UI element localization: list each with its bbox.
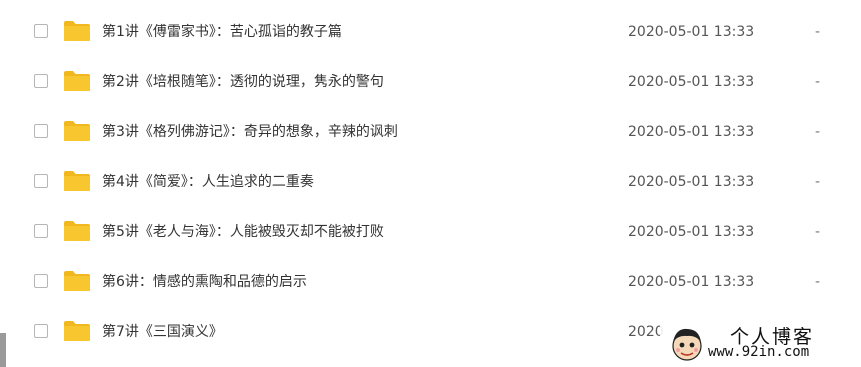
file-row[interactable]: 第5讲《老人与海》：人能被毁灭却不能被打败 2020-05-01 13:33 - [0,207,861,257]
row-checkbox[interactable] [34,324,48,338]
file-modified-date: 2020 [628,324,664,340]
folder-icon [64,171,90,191]
file-size: - [815,24,821,40]
folder-icon [64,21,90,41]
folder-icon [64,321,90,341]
file-modified-date: 2020-05-01 13:33 [628,24,755,40]
row-checkbox[interactable] [34,224,48,238]
folder-icon [64,221,90,241]
file-row[interactable]: 第4讲《简爱》：人生追求的二重奏 2020-05-01 13:33 - [0,157,861,207]
file-row[interactable]: 第2讲《培根随笔》：透彻的说理，隽永的警句 2020-05-01 13:33 - [0,57,861,107]
file-name[interactable]: 第2讲《培根随笔》：透彻的说理，隽永的警句 [102,72,384,92]
file-row[interactable]: 第3讲《格列佛游记》：奇异的想象，辛辣的讽刺 2020-05-01 13:33 … [0,107,861,157]
scrollbar-edge[interactable] [0,333,6,367]
file-modified-date: 2020-05-01 13:33 [628,124,755,140]
watermark-url: www.92in.com [708,344,810,360]
file-modified-date: 2020-05-01 13:33 [628,74,755,90]
file-size: - [815,74,821,90]
row-checkbox[interactable] [34,24,48,38]
folder-icon [64,271,90,291]
file-name[interactable]: 第4讲《简爱》：人生追求的二重奏 [102,172,314,192]
row-checkbox[interactable] [34,274,48,288]
file-name[interactable]: 第6讲：情感的熏陶和品德的启示 [102,272,307,292]
file-name[interactable]: 第7讲《三国演义》 [102,322,223,342]
file-size: - [815,274,821,290]
cartoon-avatar-icon [672,328,702,361]
file-modified-date: 2020-05-01 13:33 [628,224,755,240]
file-size: - [815,124,821,140]
row-checkbox[interactable] [34,174,48,188]
file-size: - [815,224,821,240]
row-checkbox[interactable] [34,74,48,88]
blog-watermark: 个人博客 www.92in.com [660,318,861,367]
file-name[interactable]: 第5讲《老人与海》：人能被毁灭却不能被打败 [102,222,384,242]
folder-icon [64,71,90,91]
file-modified-date: 2020-05-01 13:33 [628,274,755,290]
file-modified-date: 2020-05-01 13:33 [628,174,755,190]
file-row[interactable]: 第6讲：情感的熏陶和品德的启示 2020-05-01 13:33 - [0,257,861,307]
folder-icon [64,121,90,141]
file-name[interactable]: 第1讲《傅雷家书》：苦心孤诣的教子篇 [102,22,342,42]
file-row[interactable]: 第1讲《傅雷家书》：苦心孤诣的教子篇 2020-05-01 13:33 - [0,7,861,57]
file-name[interactable]: 第3讲《格列佛游记》：奇异的想象，辛辣的讽刺 [102,122,398,142]
row-checkbox[interactable] [34,124,48,138]
file-size: - [815,174,821,190]
